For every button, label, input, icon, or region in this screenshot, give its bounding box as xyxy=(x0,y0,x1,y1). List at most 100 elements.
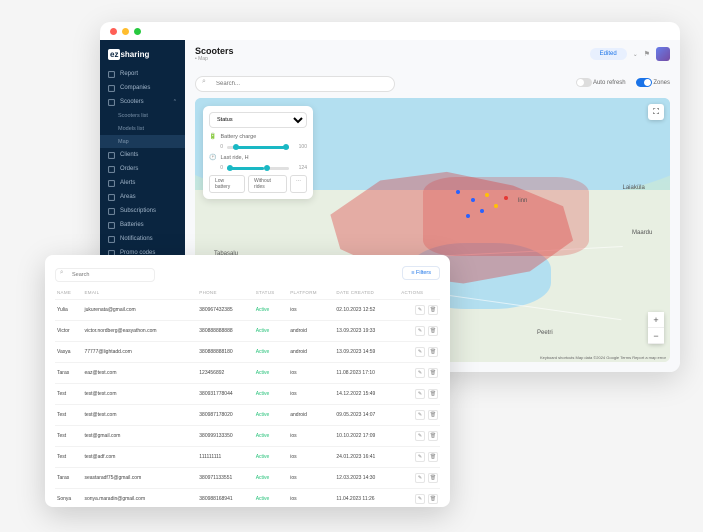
cell: test@adf.com xyxy=(82,447,197,468)
cell: 380931778044 xyxy=(197,384,253,405)
delete-icon[interactable]: 🗑 xyxy=(428,326,438,336)
map-place-label: Laiaküla xyxy=(623,185,645,191)
sidebar-item-orders[interactable]: Orders xyxy=(100,162,185,176)
sidebar-item-scooters-list[interactable]: Scooters list xyxy=(100,109,185,122)
cell: Active xyxy=(254,426,289,447)
battery-slider[interactable] xyxy=(227,146,289,149)
filters-button[interactable]: ≡ Filters xyxy=(402,266,440,280)
cell: 10.10.2022 17:09 xyxy=(334,426,399,447)
cell: 380888888180 xyxy=(197,342,253,363)
cell: Test xyxy=(55,405,82,426)
chip-without-rides[interactable]: Without rides xyxy=(248,175,287,193)
column-header[interactable]: DATE CREATED xyxy=(334,286,399,300)
table-row[interactable]: Sonyasonya.maradin@gmail.com380988168941… xyxy=(55,489,440,510)
edit-icon[interactable]: ✎ xyxy=(415,410,425,420)
sidebar-item-subscriptions[interactable]: Subscriptions xyxy=(100,204,185,218)
sidebar-item-scooters[interactable]: Scooters⌃ xyxy=(100,95,185,109)
status-select[interactable]: Status xyxy=(209,112,307,128)
sidebar-item-report[interactable]: Report xyxy=(100,67,185,81)
zoom-in-button[interactable]: + xyxy=(648,312,664,328)
chip-low-battery[interactable]: Low battery xyxy=(209,175,245,193)
edit-icon[interactable]: ✎ xyxy=(415,368,425,378)
delete-icon[interactable]: 🗑 xyxy=(428,347,438,357)
edit-icon[interactable]: ✎ xyxy=(415,473,425,483)
cell: Victor xyxy=(55,321,82,342)
sidebar-item-label: Models list xyxy=(118,126,144,132)
column-header[interactable]: STATUS xyxy=(254,286,289,300)
fullscreen-button[interactable]: ⛶ xyxy=(648,104,664,120)
delete-icon[interactable]: 🗑 xyxy=(428,410,438,420)
table-row[interactable]: Vasya77777@lightadd.com380888888180Activ… xyxy=(55,342,440,363)
window-minimize-icon[interactable] xyxy=(122,28,129,35)
cell: 380971133551 xyxy=(197,468,253,489)
table-row[interactable]: Testtest@gmail.com380999133350Activeios1… xyxy=(55,426,440,447)
sidebar-item-map[interactable]: Map xyxy=(100,135,185,148)
window-close-icon[interactable] xyxy=(110,28,117,35)
chip-more[interactable]: ⋯ xyxy=(290,175,307,193)
delete-icon[interactable]: 🗑 xyxy=(428,368,438,378)
scooter-pin[interactable] xyxy=(485,193,489,197)
scooter-pin[interactable] xyxy=(466,214,470,218)
delete-icon[interactable]: 🗑 xyxy=(428,389,438,399)
cell: 77777@lightadd.com xyxy=(82,342,197,363)
column-header[interactable]: NAME xyxy=(55,286,82,300)
cell: 123456892 xyxy=(197,363,253,384)
table-search-input[interactable] xyxy=(55,268,155,282)
zones-toggle[interactable] xyxy=(636,78,652,87)
battery-charge-label: Battery charge xyxy=(220,134,307,140)
zones-label: Zones xyxy=(653,80,670,86)
dropdown-icon[interactable]: ⌄ xyxy=(633,51,638,58)
column-header[interactable]: EMAIL xyxy=(82,286,197,300)
sidebar-item-models-list[interactable]: Models list xyxy=(100,122,185,135)
sidebar-item-notifications[interactable]: Notifications xyxy=(100,232,185,246)
sidebar-item-companies[interactable]: Companies xyxy=(100,81,185,95)
column-header[interactable]: PLATFORM xyxy=(288,286,334,300)
avatar[interactable] xyxy=(656,47,670,61)
sidebar-item-label: Map xyxy=(118,139,129,145)
users-icon xyxy=(108,152,115,159)
edit-icon[interactable]: ✎ xyxy=(415,494,425,504)
table-row[interactable]: Victorvictor.nordberg@easyathon.com38088… xyxy=(55,321,440,342)
search-icon: ⌕ xyxy=(60,269,63,276)
table-row[interactable]: Tarasseastaradf75@gmail.com380971133551A… xyxy=(55,468,440,489)
sidebar-item-alerts[interactable]: Alerts xyxy=(100,176,185,190)
edit-icon[interactable]: ✎ xyxy=(415,431,425,441)
edit-icon[interactable]: ✎ xyxy=(415,452,425,462)
cell: ios xyxy=(288,363,334,384)
edit-icon[interactable]: ✎ xyxy=(415,305,425,315)
column-header[interactable]: PHONE xyxy=(197,286,253,300)
scooter-pin[interactable] xyxy=(471,198,475,202)
table-row[interactable]: Testtest@adf.com111111111Activeios24.01.… xyxy=(55,447,440,468)
table-row[interactable]: Testtest@test.com380931778044Activeios14… xyxy=(55,384,440,405)
scooter-pin[interactable] xyxy=(494,204,498,208)
delete-icon[interactable]: 🗑 xyxy=(428,494,438,504)
delete-icon[interactable]: 🗑 xyxy=(428,473,438,483)
lastride-slider[interactable] xyxy=(227,167,289,170)
battery-icon xyxy=(108,222,115,229)
scooter-icon xyxy=(108,99,115,106)
sidebar-item-label: Alerts xyxy=(120,180,135,186)
table-window: ⌕ ≡ Filters NAMEEMAILPHONESTATUSPLATFORM… xyxy=(45,255,450,507)
delete-icon[interactable]: 🗑 xyxy=(428,305,438,315)
search-input[interactable] xyxy=(195,76,395,92)
scooter-pin[interactable] xyxy=(480,209,484,213)
edit-icon[interactable]: ✎ xyxy=(415,389,425,399)
scooter-pin[interactable] xyxy=(504,196,508,200)
edit-button[interactable]: Edited xyxy=(590,48,627,60)
delete-icon[interactable]: 🗑 xyxy=(428,431,438,441)
table-row[interactable]: Testtest@test.com380987178020Activeandro… xyxy=(55,405,440,426)
zoom-out-button[interactable]: − xyxy=(648,328,664,344)
sidebar-item-clients[interactable]: Clients xyxy=(100,148,185,162)
cell: Test xyxy=(55,447,82,468)
notifications-icon[interactable]: ⚑ xyxy=(644,50,650,58)
sidebar-item-batteries[interactable]: Batteries xyxy=(100,218,185,232)
table-row[interactable]: Taraseaz@test.com123456892Activeios11.08… xyxy=(55,363,440,384)
window-zoom-icon[interactable] xyxy=(134,28,141,35)
delete-icon[interactable]: 🗑 xyxy=(428,452,438,462)
edit-icon[interactable]: ✎ xyxy=(415,347,425,357)
auto-refresh-toggle[interactable] xyxy=(576,78,592,87)
sidebar-item-areas[interactable]: Areas xyxy=(100,190,185,204)
table-row[interactable]: Yuliajukurenata@gmail.com380967432385Act… xyxy=(55,300,440,321)
edit-icon[interactable]: ✎ xyxy=(415,326,425,336)
column-header[interactable]: ACTIONS xyxy=(399,286,440,300)
